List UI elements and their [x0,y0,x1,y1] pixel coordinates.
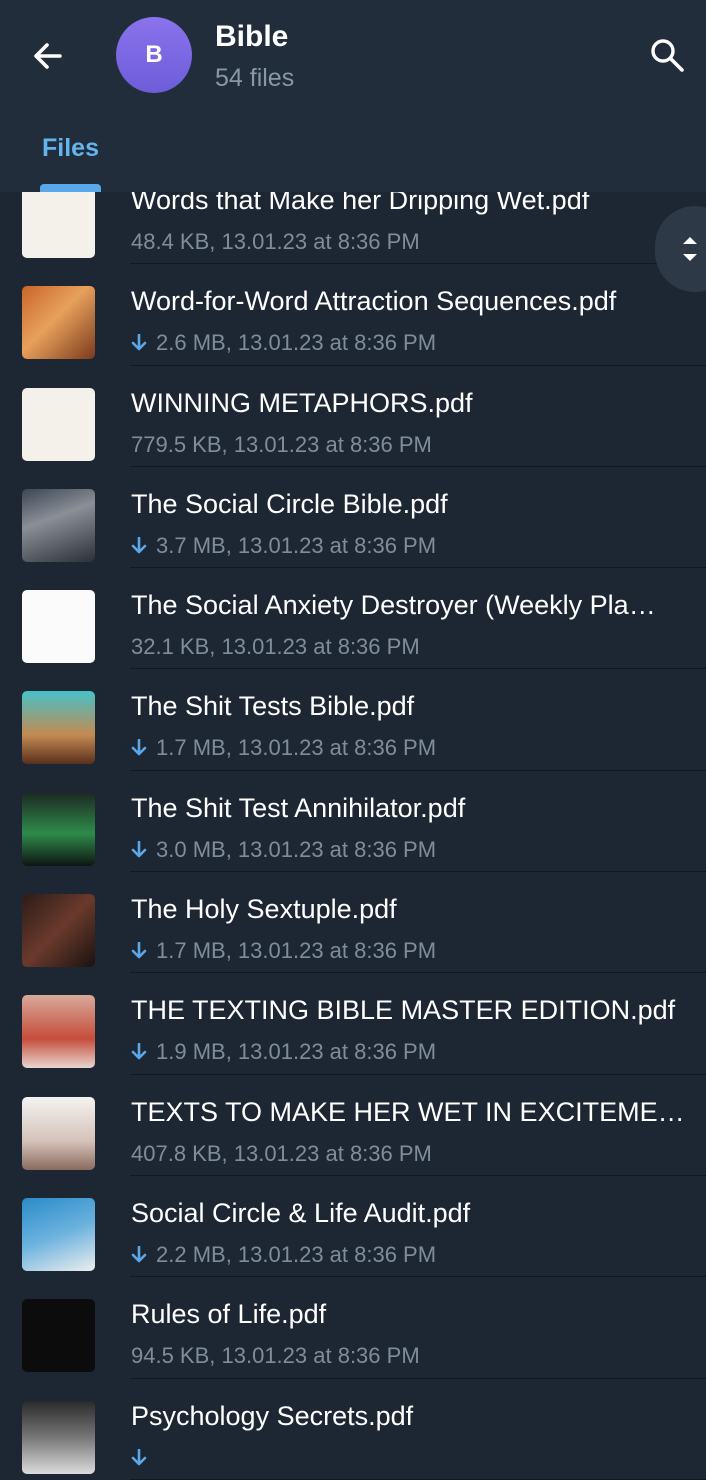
file-thumbnail [22,995,95,1069]
file-meta-text: 1.7 MB, 13.01.23 at 8:36 PM [156,735,437,761]
tab-files[interactable]: Files [42,134,99,163]
file-meta: 2.2 MB, 13.01.23 at 8:36 PM [131,1242,436,1268]
download-arrow-icon[interactable] [131,1245,147,1264]
file-name: Social Circle & Life Audit.pdf [131,1197,471,1228]
file-row[interactable]: Rules of Life.pdf 94.5 KB, 13.01.23 at 8:… [0,1277,706,1379]
file-meta-text: 1.7 MB, 13.01.23 at 8:36 PM [156,938,437,964]
file-meta-text: 779.5 KB, 13.01.23 at 8:36 PM [131,431,432,457]
file-meta [131,1445,156,1471]
file-thumbnail [22,590,95,664]
file-meta: 779.5 KB, 13.01.23 at 8:36 PM [131,432,432,458]
file-thumbnail [22,488,95,562]
file-name: The Shit Test Annihilator.pdf [131,792,466,823]
file-meta-text: 2.6 MB, 13.01.23 at 8:36 PM [156,330,437,356]
file-meta-text: 407.8 KB, 13.01.23 at 8:36 PM [131,1140,432,1166]
file-name: The Holy Sextuple.pdf [131,894,397,925]
file-name: TEXTS TO MAKE HER WET IN EXCITEME… [131,1096,685,1127]
file-row[interactable]: Social Circle & Life Audit.pdf 2.2 MB, 13… [0,1176,706,1278]
file-meta-text: 1.9 MB, 13.01.23 at 8:36 PM [156,1039,437,1065]
file-name: Rules of Life.pdf [131,1299,327,1330]
file-meta-text: 3.7 MB, 13.01.23 at 8:36 PM [156,532,437,558]
file-name: THE TEXTING BIBLE MASTER EDITION.pdf [131,995,676,1026]
scroll-arrows-icon [683,237,697,261]
file-thumbnail [22,286,95,360]
file-meta: 1.7 MB, 13.01.23 at 8:36 PM [131,735,436,761]
file-list: Words that Make her Dripping Wet.pdf 48.4… [0,163,706,1480]
file-meta: 1.7 MB, 13.01.23 at 8:36 PM [131,938,436,964]
file-name: WINNING METAPHORS.pdf [131,387,473,418]
file-meta: 94.5 KB, 13.01.23 at 8:36 PM [131,1343,420,1369]
search-icon [651,39,684,72]
file-row[interactable]: Psychology Secrets.pdf [0,1379,706,1480]
file-thumbnail [22,1096,95,1170]
avatar[interactable]: B [116,17,192,93]
file-row[interactable]: THE TEXTING BIBLE MASTER EDITION.pdf 1.9 … [0,973,706,1075]
file-meta-text: 32.1 KB, 13.01.23 at 8:36 PM [131,634,420,660]
download-arrow-icon[interactable] [131,1043,147,1061]
file-row[interactable]: The Shit Tests Bible.pdf 1.7 MB, 13.01.23… [0,669,706,771]
file-meta-text: 48.4 KB, 13.01.23 at 8:36 PM [131,229,420,254]
file-row[interactable]: The Holy Sextuple.pdf 1.7 MB, 13.01.23 at… [0,872,706,974]
file-row[interactable]: Word-for-Word Attraction Sequences.pdf 2.… [0,264,706,366]
file-name: The Social Circle Bible.pdf [131,488,448,519]
file-thumbnail [22,1299,95,1373]
file-meta-text: 3.0 MB, 13.01.23 at 8:36 PM [156,836,437,862]
file-meta: 2.6 MB, 13.01.23 at 8:36 PM [131,330,436,356]
file-thumbnail [22,1400,95,1474]
file-row[interactable]: WINNING METAPHORS.pdf 779.5 KB, 13.01.23 … [0,366,706,467]
file-meta: 3.0 MB, 13.01.23 at 8:36 PM [131,837,436,863]
download-arrow-icon[interactable] [131,334,147,352]
page-title: Bible [215,20,289,53]
file-meta: 1.9 MB, 13.01.23 at 8:36 PM [131,1039,436,1065]
file-meta-text: 2.2 MB, 13.01.23 at 8:36 PM [156,1241,437,1267]
download-arrow-icon[interactable] [131,1448,147,1467]
download-arrow-icon[interactable] [131,840,147,859]
download-arrow-icon[interactable] [131,942,147,960]
tab-indicator [40,184,101,192]
search-button[interactable] [646,34,688,76]
file-meta: 407.8 KB, 13.01.23 at 8:36 PM [131,1141,432,1167]
file-thumbnail [22,185,95,258]
file-thumbnail [22,894,95,968]
file-row[interactable]: The Social Circle Bible.pdf 3.7 MB, 13.01… [0,467,706,569]
file-name: The Shit Tests Bible.pdf [131,691,415,722]
file-name: Psychology Secrets.pdf [131,1400,414,1431]
file-row[interactable]: The Social Anxiety Destroyer (Weekly Pla… [0,568,706,670]
file-thumbnail [22,387,95,461]
file-thumbnail [22,1197,95,1271]
back-button[interactable] [28,36,72,76]
download-arrow-icon[interactable] [131,739,147,757]
file-meta-text: 94.5 KB, 13.01.23 at 8:36 PM [131,1343,420,1369]
fast-scroll-handle[interactable] [655,206,706,292]
file-meta: 32.1 KB, 13.01.23 at 8:36 PM [131,634,420,660]
file-thumbnail [22,792,95,866]
file-meta: 48.4 KB, 13.01.23 at 8:36 PM [131,229,420,255]
file-count: 54 files [215,64,295,92]
file-row[interactable]: TEXTS TO MAKE HER WET IN EXCITEME… 407.8 … [0,1075,706,1176]
app-header: B Bible 54 files Files [0,0,706,192]
file-meta: 3.7 MB, 13.01.23 at 8:36 PM [131,533,436,559]
file-name: The Social Anxiety Destroyer (Weekly Pla… [131,590,656,621]
back-arrow-icon [34,43,62,69]
download-arrow-icon[interactable] [131,536,147,555]
file-row[interactable]: The Shit Test Annihilator.pdf 3.0 MB, 13.… [0,771,706,873]
file-thumbnail [22,691,95,765]
file-name: Word-for-Word Attraction Sequences.pdf [131,286,617,317]
avatar-letter: B [145,41,163,68]
